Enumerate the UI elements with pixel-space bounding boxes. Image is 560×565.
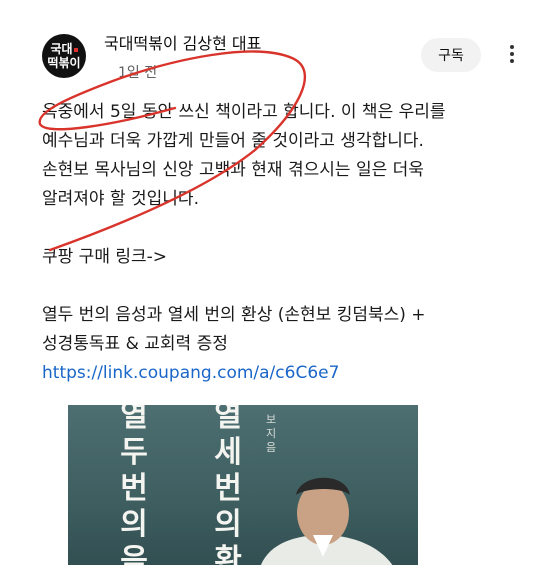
avatar-dot-icon xyxy=(73,47,78,52)
post-time: 1일 전 xyxy=(118,65,158,81)
post-text-line: 알려져야 할 것입니다. xyxy=(42,189,199,209)
post-text-line: 예수님과 더욱 가깝게 만들어 줄 것이라고 생각합니다. xyxy=(42,131,424,151)
post-header: 국대 떡볶이 국대떡볶이 김상현 대표 1일 전 구독 xyxy=(0,0,560,90)
post-text-line: 손현보 목사님의 신앙 고백과 현재 겪으시는 일은 더욱 xyxy=(42,160,424,180)
avatar-text-bottom: 떡볶이 xyxy=(47,56,81,70)
post-body: 옥중에서 5일 동안 쓰신 책이라고 합니다. 이 책은 우리를 예수님과 더욱… xyxy=(42,98,542,388)
product-title-line: 성경통독표 & 교회력 증정 xyxy=(42,334,228,354)
product-link[interactable]: https://link.coupang.com/a/c6C6e7 xyxy=(42,359,542,388)
book-cover-image[interactable]: 열두번의음 열세번의환 보지음 xyxy=(68,405,418,565)
channel-name[interactable]: 국대떡볶이 김상현 대표 xyxy=(104,30,261,54)
post-text-line: 옥중에서 5일 동안 쓰신 책이라고 합니다. 이 책은 우리를 xyxy=(42,102,446,122)
channel-avatar[interactable]: 국대 떡볶이 xyxy=(42,34,86,78)
book-author-vertical: 보지음 xyxy=(265,413,277,454)
buy-link-label: 쿠팡 구매 링크-> xyxy=(42,247,168,267)
book-title-left: 열두번의음 xyxy=(120,405,148,565)
subscribe-button[interactable]: 구독 xyxy=(421,38,481,72)
more-options-icon[interactable] xyxy=(505,42,519,70)
product-title-line: 열두 번의 음성과 열세 번의 환상 (손현보 킹덤북스) + xyxy=(42,305,426,325)
avatar-text-top: 국대 xyxy=(50,42,78,56)
author-portrait-icon xyxy=(261,477,393,565)
